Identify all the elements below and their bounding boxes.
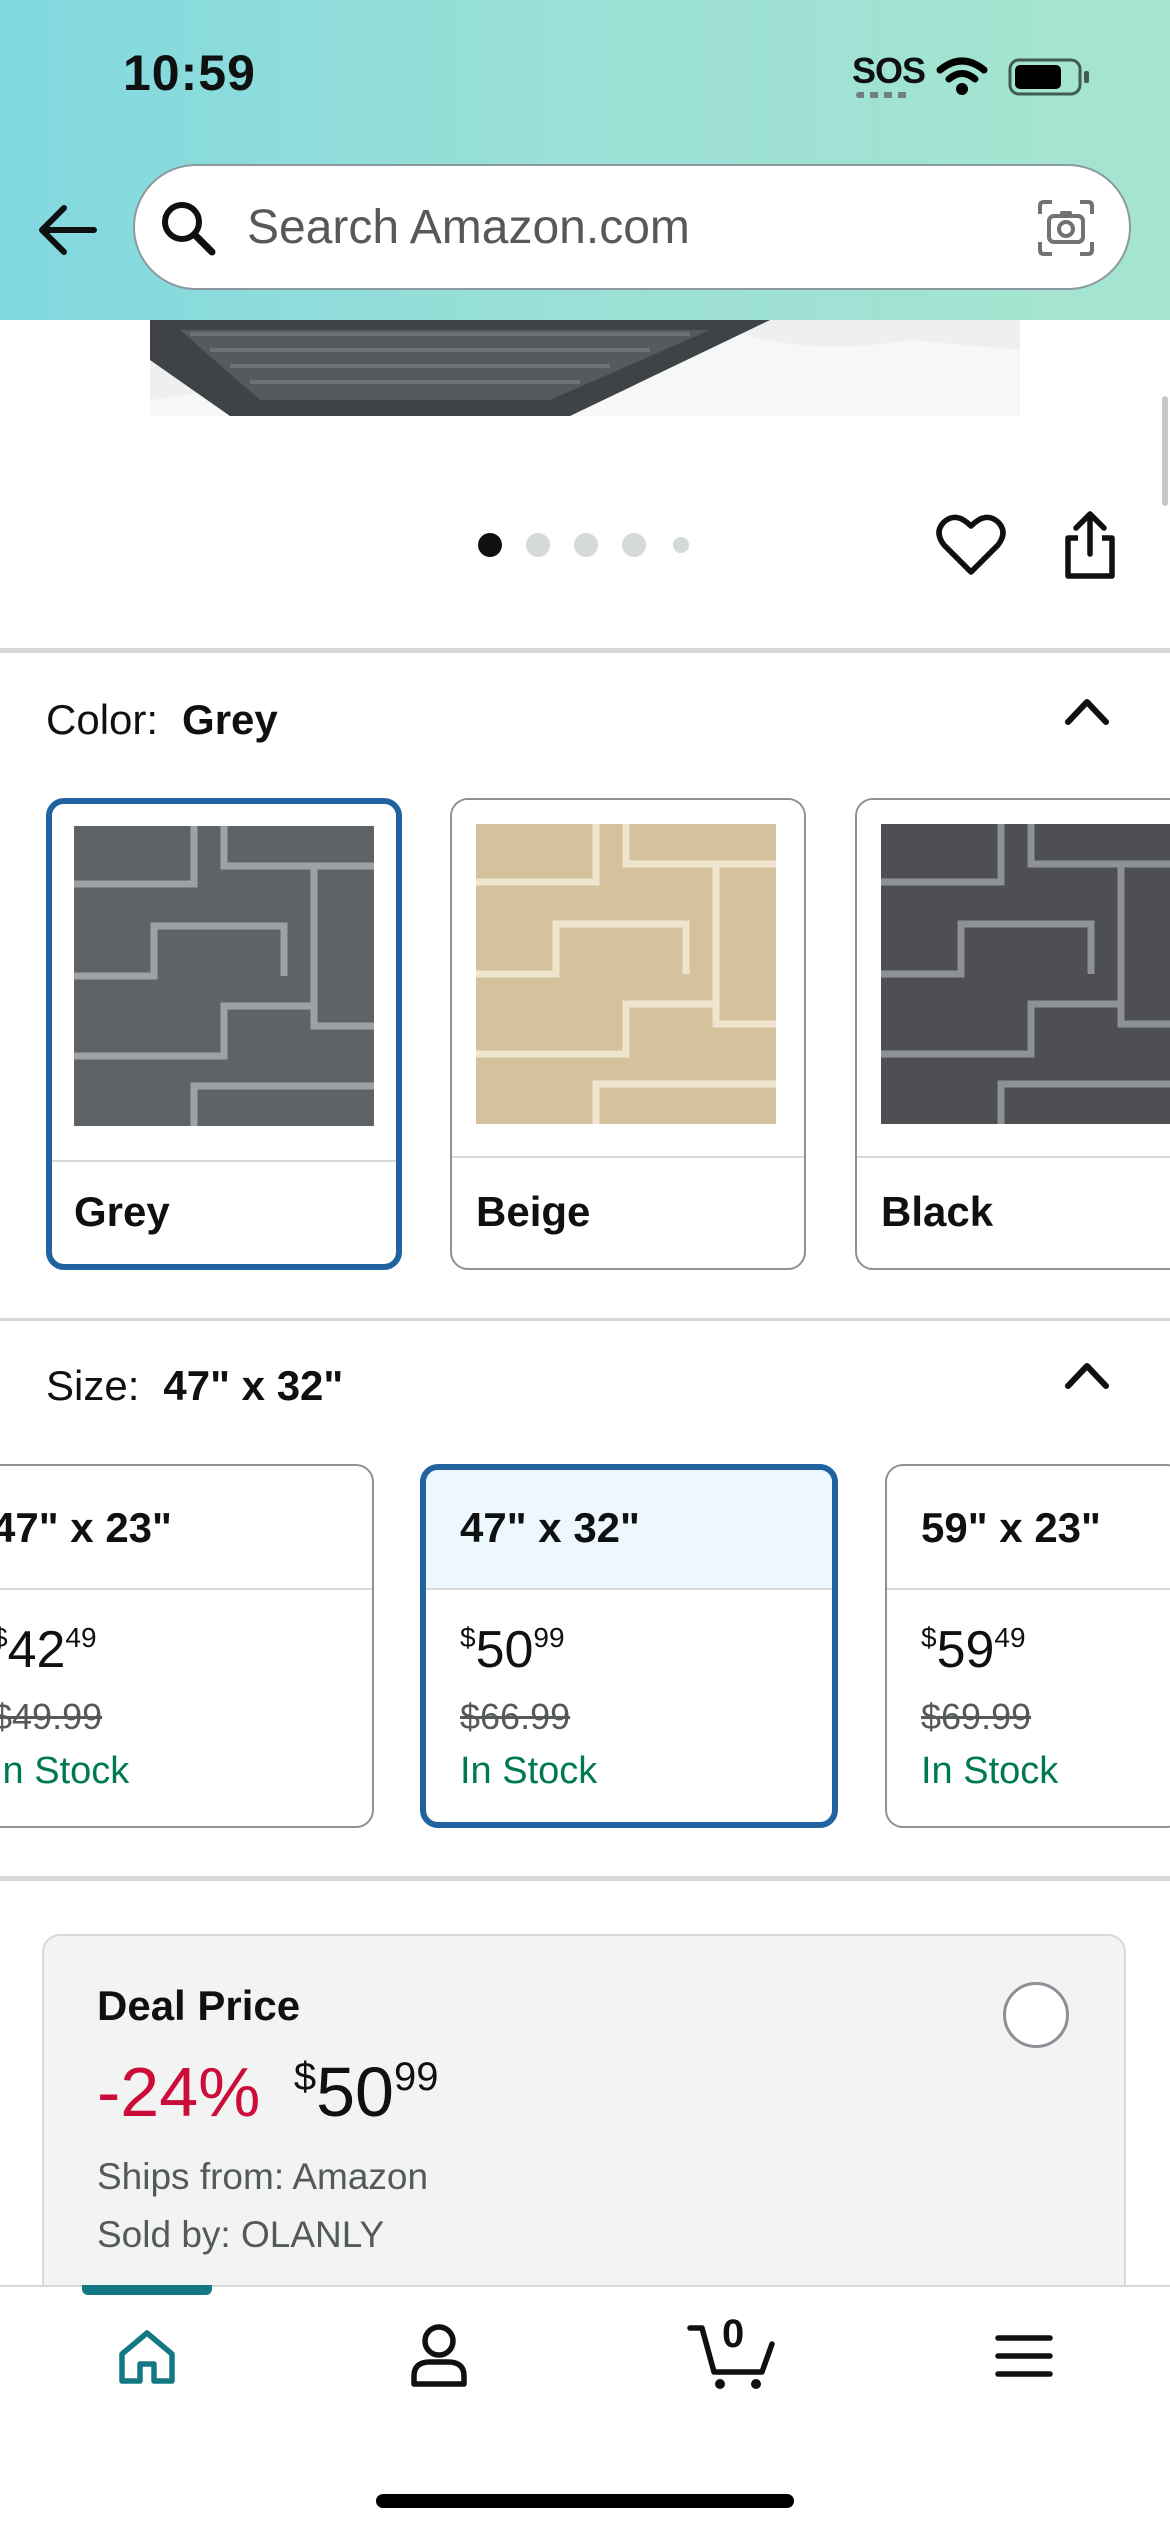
color-swatch-black[interactable]: Black — [855, 798, 1170, 1270]
size-option-list-price: $69.99 — [921, 1696, 1032, 1737]
carousel-dot-active[interactable] — [478, 533, 502, 557]
battery-icon — [1008, 58, 1089, 96]
camera-search-icon[interactable] — [1036, 198, 1096, 258]
menu-icon[interactable] — [994, 2332, 1054, 2380]
section-divider — [0, 648, 1170, 653]
size-option-stock: In Stock — [0, 1750, 130, 1792]
color-swatch-beige[interactable]: Beige — [450, 798, 806, 1270]
beige-mat-thumbnail — [476, 824, 776, 1124]
search-placeholder: Search Amazon.com — [247, 201, 690, 254]
size-option-label: 47" x 23" — [0, 1504, 172, 1551]
ships-from: Ships from: Amazon — [97, 2156, 429, 2197]
swatch-image-area — [452, 800, 804, 1158]
price-fraction: 99 — [394, 2055, 439, 2099]
color-selected: Grey — [182, 696, 278, 743]
home-indicator — [376, 2494, 794, 2508]
swatch-image-area — [52, 804, 396, 1162]
search-icon — [162, 202, 216, 256]
carousel-dots[interactable] — [470, 530, 700, 560]
carousel-dot[interactable] — [574, 533, 598, 557]
size-option-price: $4249 — [0, 1620, 97, 1680]
black-mat-thumbnail — [881, 824, 1170, 1124]
color-label: Color: — [46, 696, 159, 743]
size-option-price: $5949 — [921, 1620, 1026, 1680]
size-option-list-price: $66.99 — [460, 1696, 571, 1737]
price-fraction: 49 — [994, 1622, 1026, 1653]
carousel-dot[interactable] — [526, 533, 550, 557]
color-swatch-grey[interactable]: Grey — [46, 798, 402, 1270]
swatch-name: Grey — [74, 1188, 170, 1235]
price-whole: 50 — [475, 1621, 534, 1679]
size-option-stock: In Stock — [460, 1750, 598, 1792]
size-option-47x32[interactable]: 47" x 32" $5099 $66.99 In Stock — [420, 1464, 838, 1828]
currency-symbol: $ — [921, 1622, 937, 1653]
scroll-indicator — [1162, 396, 1168, 506]
carousel-dot[interactable] — [673, 537, 689, 553]
share-icon[interactable] — [1062, 508, 1118, 580]
collapse-chevron-icon[interactable] — [1062, 1358, 1112, 1392]
price-fraction: 99 — [533, 1622, 565, 1653]
currency-symbol: $ — [0, 1622, 8, 1653]
deal-discount: -24% — [97, 2053, 261, 2131]
section-divider — [0, 1876, 1170, 1881]
color-label-row: Color: Grey — [46, 696, 278, 744]
cart-count: 0 — [722, 2312, 745, 2356]
price-whole: 42 — [7, 1621, 66, 1679]
collapse-chevron-icon[interactable] — [1062, 694, 1112, 728]
size-option-list-price: $49.99 — [0, 1696, 103, 1737]
grey-mat-thumbnail — [74, 826, 374, 1126]
size-selected: 47" x 32" — [163, 1362, 344, 1409]
swatch-name: Black — [881, 1188, 994, 1235]
carousel-dot[interactable] — [622, 533, 646, 557]
active-tab-indicator — [82, 2285, 212, 2295]
size-option-price: $5099 — [460, 1620, 565, 1680]
deal-price: -24% $5099 — [97, 2052, 439, 2132]
swatch-name: Beige — [476, 1188, 591, 1235]
deal-title: Deal Price — [97, 1982, 301, 2029]
size-option-stock: In Stock — [921, 1750, 1059, 1792]
currency-symbol: $ — [293, 2055, 317, 2099]
deal-radio-button[interactable] — [1003, 1982, 1069, 2048]
size-label-row: Size: 47" x 32" — [46, 1362, 343, 1410]
wifi-icon — [936, 57, 988, 95]
back-arrow-icon[interactable] — [36, 204, 98, 256]
sos-indicator: SOS — [852, 50, 926, 91]
status-time: 10:59 — [123, 45, 256, 101]
swatch-image-area — [857, 800, 1170, 1158]
price-whole: 59 — [936, 1621, 995, 1679]
size-option-47x23[interactable]: 47" x 23" $4249 $49.99 In Stock — [0, 1464, 374, 1828]
size-label: Size: — [46, 1362, 140, 1409]
product-image[interactable] — [150, 320, 1020, 416]
price-fraction: 49 — [65, 1622, 97, 1653]
size-option-label: 47" x 32" — [460, 1504, 640, 1551]
price-whole: 50 — [316, 2053, 394, 2131]
size-option-59x23[interactable]: 59" x 23" $5949 $69.99 In Stock — [885, 1464, 1170, 1828]
size-option-label: 59" x 23" — [921, 1504, 1101, 1551]
sold-by: Sold by: OLANLY — [97, 2214, 385, 2255]
home-icon[interactable] — [116, 2328, 178, 2386]
currency-symbol: $ — [460, 1622, 476, 1653]
heart-icon[interactable] — [936, 512, 1006, 578]
sos-dots — [856, 92, 912, 98]
account-icon[interactable] — [408, 2322, 470, 2388]
section-divider — [0, 1318, 1170, 1321]
